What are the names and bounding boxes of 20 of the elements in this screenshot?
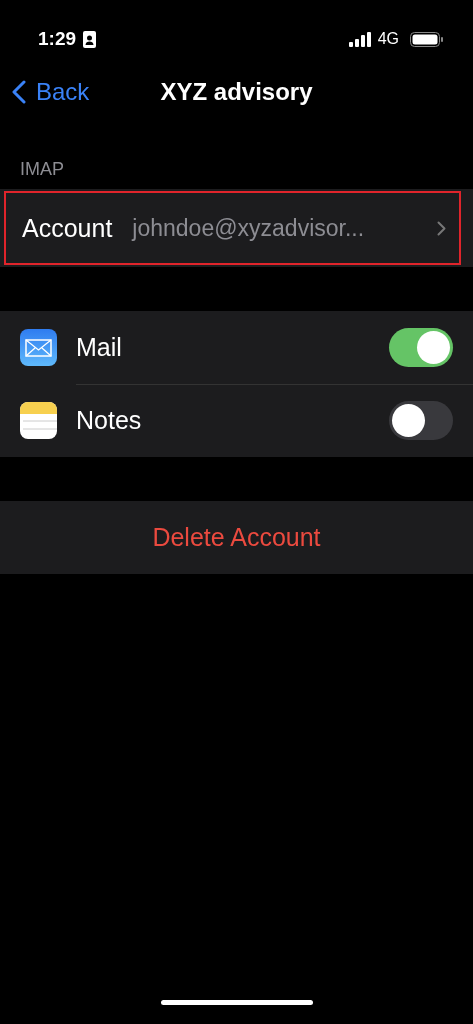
clock-time: 1:29 [38,28,77,50]
contact-card-icon [83,30,97,48]
delete-account-button[interactable]: Delete Account [0,501,473,574]
mail-icon [20,329,57,366]
account-row[interactable]: Account johndoe@xyzadvisor... [4,191,461,265]
page-title: XYZ advisory [160,78,313,106]
network-label: 4G [377,30,399,48]
back-button[interactable]: Back [0,78,90,106]
account-label: Account [22,213,113,243]
chevron-icon [437,220,446,236]
section-header: IMAP [19,158,65,181]
app-label: Notes [76,406,142,435]
account-value: johndoe@xyzadvisor... [132,214,366,242]
battery-icon [410,31,443,47]
back-chevron-icon [12,80,26,104]
signal-icon [348,31,371,47]
app-label: Mail [76,332,122,362]
toggle-switch[interactable] [389,327,453,367]
toggle-switch[interactable] [389,401,453,440]
notes-icon [20,402,57,439]
